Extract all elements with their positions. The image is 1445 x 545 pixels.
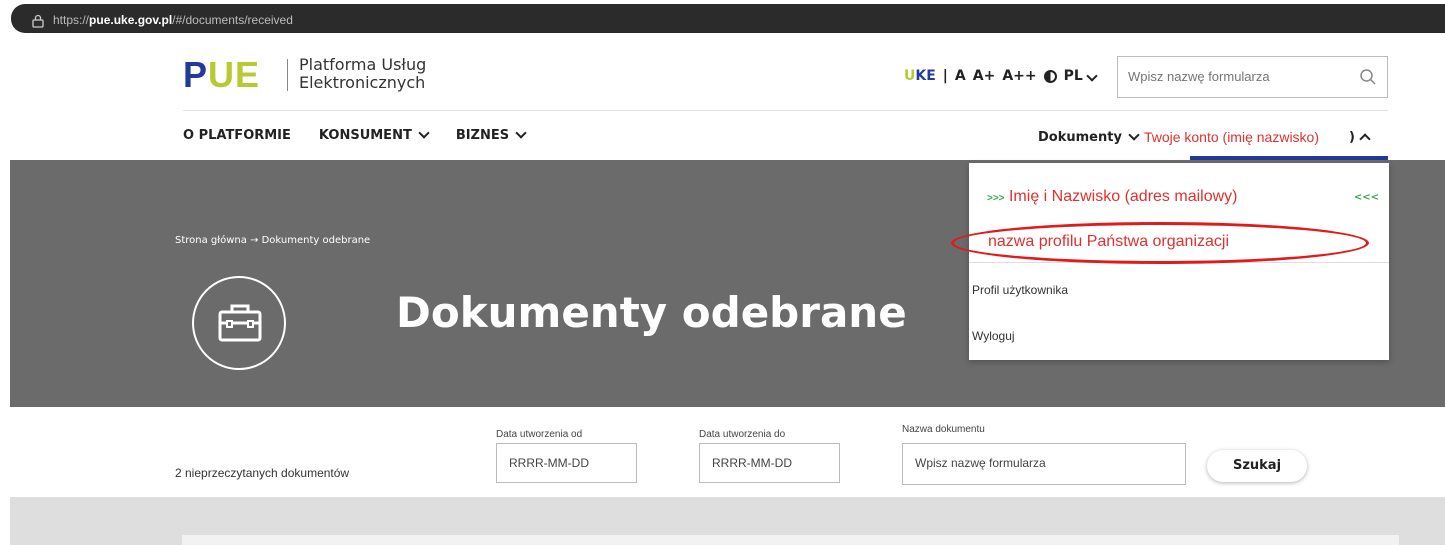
account-paren: ) [1349,129,1355,145]
chevron-down-icon [418,127,430,139]
document-name-label: Nazwa dokumentu [902,424,985,435]
chevron-down-icon [1086,70,1098,82]
nav-item-biznes[interactable]: BIZNES [456,127,527,143]
contrast-icon[interactable] [1043,69,1057,83]
lock-icon [32,14,44,28]
uke-link[interactable]: UKE [904,68,936,84]
unread-count: 2 nieprzeczytanych dokumentów [175,466,350,480]
document-name-input[interactable]: Wpisz nazwę formularza [902,443,1186,485]
separator: | [942,68,948,84]
nav-item-dokumenty[interactable]: Dokumenty [1038,130,1122,145]
chevron-down-icon [1128,128,1140,141]
language-select[interactable]: PL [1064,68,1098,84]
breadcrumb[interactable]: Strona główna → Dokumenty odebrane [175,235,370,246]
results-card [182,535,1399,545]
date-from-label: Data utworzenia od [496,429,583,440]
nav-item-konsument[interactable]: KONSUMENT [319,127,430,143]
font-size-normal[interactable]: A [955,68,966,84]
date-to-label: Data utworzenia do [699,429,786,440]
search-input[interactable] [1128,69,1348,84]
logo-text: Platforma Usług Elektronicznych [299,55,427,92]
highlight-oval [951,222,1369,264]
url-text: https://pue.uke.gov.pl/#/documents/recei… [53,13,293,27]
search-button[interactable]: Szukaj [1207,450,1307,482]
account-menu-button[interactable]: Twoje konto (imię nazwisko) [1144,129,1319,145]
briefcase-icon [192,276,286,370]
font-size-xlarge[interactable]: A++ [1002,68,1036,84]
browser-address-bar: https://pue.uke.gov.pl/#/documents/recei… [0,0,1445,37]
form-search-box [1117,56,1388,98]
main-nav: O PLATFORMIE KONSUMENT BIZNES [183,127,527,143]
logo-divider [287,59,288,91]
header-divider [183,110,1388,111]
profile-link[interactable]: Profil użytkownika [972,283,1068,297]
font-size-large[interactable]: A+ [973,68,996,84]
accessibility-toolbar: UKE | A A+ A++ PL [904,68,1098,84]
chevron-down-icon [515,127,527,139]
date-to-input[interactable]: RRRR-MM-DD [699,443,840,483]
page-title: Dokumenty odebrane [396,288,907,337]
search-icon[interactable] [1359,68,1377,86]
nav-item-o-platformie[interactable]: O PLATFORMIE [183,128,291,143]
chevron-up-icon[interactable] [1359,132,1371,145]
url-field[interactable]: https://pue.uke.gov.pl/#/documents/recei… [11,4,1445,33]
date-from-input[interactable]: RRRR-MM-DD [496,443,637,483]
account-nav: Dokumenty Twoje konto (imię nazwisko) ) [1038,128,1371,145]
logout-link[interactable]: Wyloguj [972,329,1015,343]
dropdown-user-name: >>> Imię i Nazwisko (adres mailowy) [987,188,1238,205]
dropdown-arrows-right: <<< [1353,192,1379,203]
